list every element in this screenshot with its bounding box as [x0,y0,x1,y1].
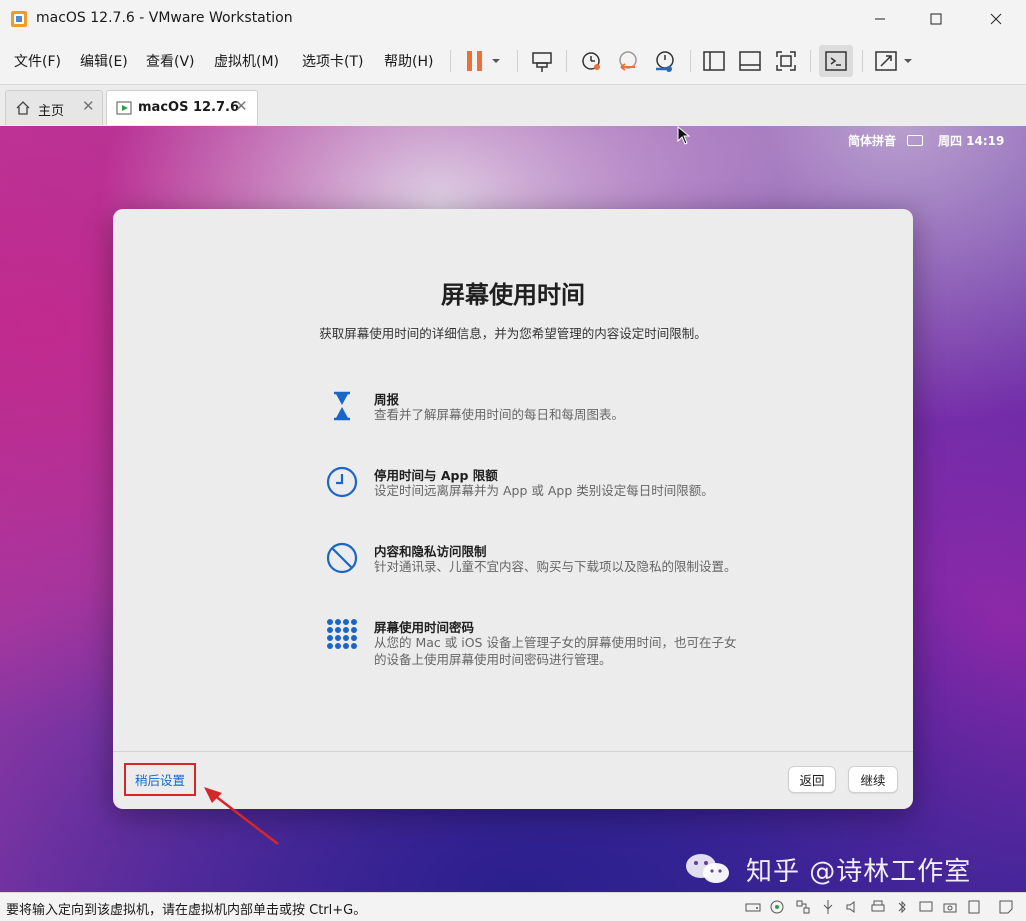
thumbnail-bar-icon[interactable] [737,48,763,74]
keypad-icon [327,619,357,649]
menu-toolbar: 文件(F) 编辑(E) 查看(V) 虚拟机(M) 选项卡(T) 帮助(H) [0,38,1026,84]
dialog-footer-divider [113,751,913,752]
feature-description: 查看并了解屏幕使用时间的每日和每周图表。 [374,407,625,422]
hourglass-icon [334,391,350,421]
toolbar-divider [450,50,451,72]
close-window-button[interactable] [973,0,1019,38]
chevron-down-icon[interactable] [900,48,916,74]
snapshot-manager-icon[interactable] [652,48,678,74]
clock-icon [326,466,358,498]
toolbar-divider [862,50,863,72]
minimize-button[interactable] [857,0,903,38]
feature-content-privacy: 内容和隐私访问限制 针对通讯录、儿童不宜内容、购买与下载项以及隐私的限制设置。 [325,541,745,581]
annotation-arrow-icon [204,787,279,845]
hard-disk-icon[interactable] [745,899,761,915]
tab-home[interactable]: 主页 ✕ [5,90,103,125]
menu-tabs[interactable]: 选项卡(T) [302,51,363,71]
full-screen-icon[interactable] [773,48,799,74]
vm-display[interactable]: 简体拼音 周四 14:19 屏幕使用时间 获取屏幕使用时间的详细信息，并为您希望… [0,126,1026,892]
console-view-button[interactable] [819,45,853,77]
camera-icon[interactable] [942,899,958,915]
tab-macos-label: macOS 12.7.6 [138,100,240,115]
screen-time-dialog: 屏幕使用时间 获取屏幕使用时间的详细信息，并为您希望管理的内容设定时间限制。 周… [113,209,913,809]
toolbar-divider [517,50,518,72]
network-icon[interactable] [795,899,811,915]
toolbar-divider [566,50,567,72]
feature-passcode: 屏幕使用时间密码 从您的 Mac 或 iOS 设备上管理子女的屏幕使用时间，也可… [325,617,745,673]
stretch-view-icon[interactable] [873,48,899,74]
home-icon [16,101,30,115]
message-log-icon[interactable] [998,899,1014,915]
keyboard-icon [907,135,923,146]
feature-downtime: 停用时间与 App 限额 设定时间远离屏幕并为 App 或 App 类别设定每日… [325,465,745,505]
menu-view[interactable]: 查看(V) [146,51,195,71]
tab-bar: 主页 ✕ macOS 12.7.6 ✕ [0,84,1026,127]
pause-icon[interactable] [462,48,488,74]
prohibited-icon [326,542,358,574]
feature-description: 从您的 Mac 或 iOS 设备上管理子女的屏幕使用时间，也可在子女的设备上使用… [374,635,737,667]
menu-edit[interactable]: 编辑(E) [80,51,128,71]
title-bar: macOS 12.7.6 - VMware Workstation [0,0,1026,38]
dialog-title: 屏幕使用时间 [441,281,585,309]
feature-description: 设定时间远离屏幕并为 App 或 App 类别设定每日时间限额。 [374,483,714,498]
sidebar-toggle-icon[interactable] [701,48,727,74]
vm-icon [116,101,132,115]
bluetooth-icon[interactable] [894,899,910,915]
feature-weekly-report: 周报 查看并了解屏幕使用时间的每日和每周图表。 [325,389,745,429]
chevron-down-icon[interactable] [488,48,504,74]
close-icon[interactable]: ✕ [235,97,248,115]
watermark: 知乎 @诗林工作室 [684,852,972,887]
status-bar: 要将输入定向到该虚拟机，请在虚拟机内部单击或按 Ctrl+G。 [0,892,1026,921]
set-up-later-button[interactable]: 稍后设置 [124,763,196,796]
minimize-icon [875,18,885,20]
window-title: macOS 12.7.6 - VMware Workstation [36,10,293,26]
printer-icon[interactable] [870,899,886,915]
toolbar-divider [810,50,811,72]
maximize-button[interactable] [913,0,959,38]
tab-home-label: 主页 [38,104,65,119]
watermark-text: 知乎 @诗林工作室 [746,856,972,887]
usb-icon[interactable] [820,899,836,915]
cd-dvd-icon[interactable] [769,899,785,915]
send-ctrl-alt-del-icon[interactable] [529,48,555,74]
display-icon[interactable] [918,899,934,915]
mouse-cursor-icon [677,126,691,145]
sound-icon[interactable] [845,899,861,915]
status-message: 要将输入定向到该虚拟机，请在虚拟机内部单击或按 Ctrl+G。 [6,903,367,918]
menu-help[interactable]: 帮助(H) [384,51,433,71]
maximize-icon [930,13,942,25]
toolbar-divider [690,50,691,72]
close-icon[interactable]: ✕ [82,97,95,115]
feature-description: 针对通讯录、儿童不宜内容、购买与下载项以及隐私的限制设置。 [374,559,737,574]
dialog-subtitle: 获取屏幕使用时间的详细信息，并为您希望管理的内容设定时间限制。 [319,326,707,341]
continue-button[interactable]: 继续 [848,766,898,793]
console-icon [825,51,847,71]
back-button[interactable]: 返回 [788,766,836,793]
snapshot-icon[interactable] [578,48,604,74]
tab-macos[interactable]: macOS 12.7.6 ✕ [106,90,258,125]
input-method-label[interactable]: 简体拼音 [848,132,896,149]
device-icon[interactable] [966,899,982,915]
menu-file[interactable]: 文件(F) [14,51,61,71]
menu-vm[interactable]: 虚拟机(M) [214,51,279,71]
revert-snapshot-icon[interactable] [615,48,641,74]
wechat-logo-icon [686,854,729,883]
vmware-app-icon [11,11,27,27]
close-icon [990,13,1002,25]
menu-clock[interactable]: 周四 14:19 [938,132,1004,149]
